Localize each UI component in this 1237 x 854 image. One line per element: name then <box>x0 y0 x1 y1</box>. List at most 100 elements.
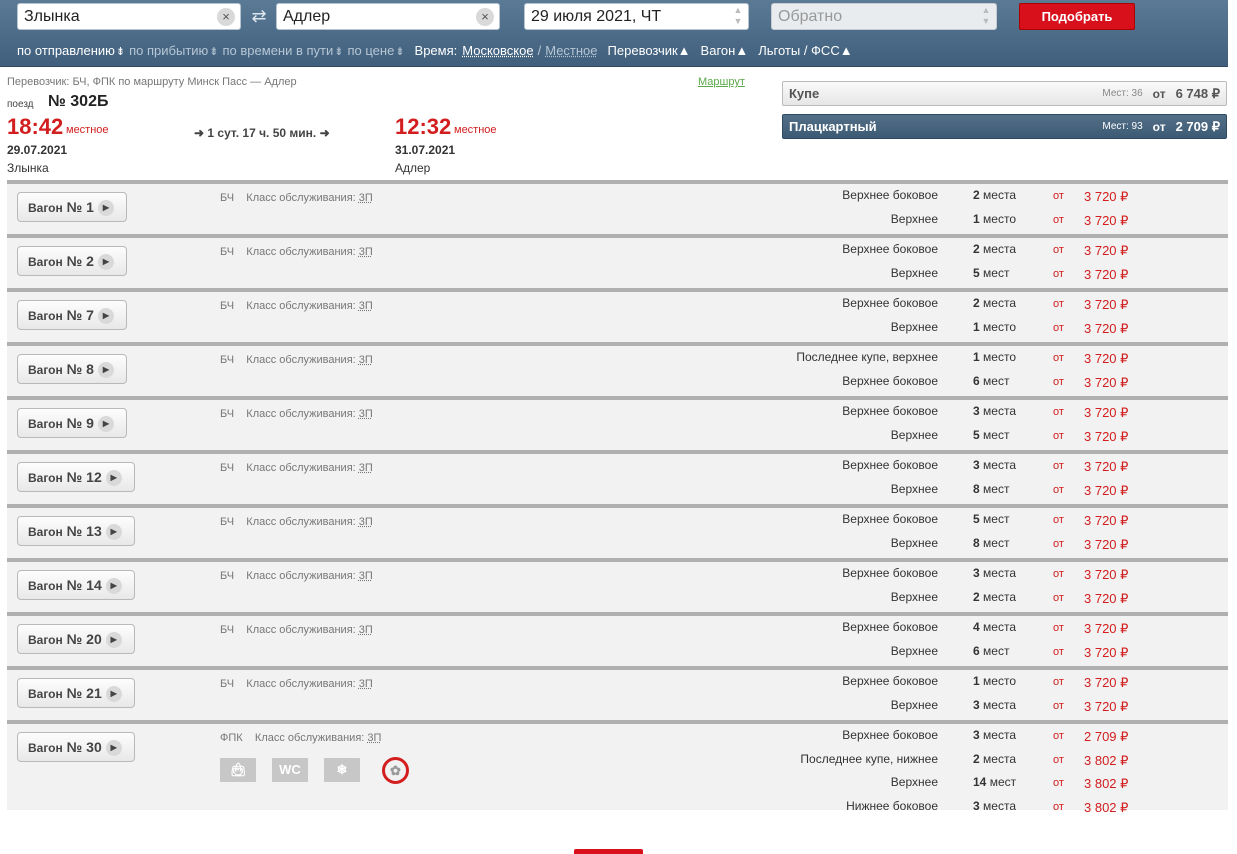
seat-count-unit: мест <box>983 512 1010 526</box>
time-local-link[interactable]: Местное <box>545 43 597 61</box>
seat-count-number: 6 <box>973 644 980 658</box>
filter-carrier-label: Перевозчик <box>607 43 678 58</box>
seat-count-unit: места <box>983 188 1016 202</box>
seat-type: Верхнее боковое <box>842 620 938 634</box>
seat-price: 3 720 ₽ <box>1084 351 1129 366</box>
price-from: от <box>1053 298 1064 310</box>
seat-row[interactable]: Верхнее 1 место от 3 720 ₽ <box>7 212 1228 232</box>
price-from: от <box>1053 460 1064 472</box>
seat-count-unit: мест <box>983 266 1010 280</box>
search-submit-button[interactable]: Подобрать <box>1019 3 1135 30</box>
seat-row[interactable]: Верхнее 5 мест от 3 720 ₽ <box>7 266 1228 286</box>
seat-count-number: 8 <box>973 482 980 496</box>
date-input[interactable]: 29 июля 2021, ЧТ ▲ ▼ <box>524 3 749 30</box>
seat-row[interactable]: Верхнее 8 мест от 3 720 ₽ <box>7 482 1228 502</box>
seat-count-unit: мест <box>983 374 1010 388</box>
seat-type: Верхнее <box>890 698 938 712</box>
seat-row[interactable]: Верхнее 2 места от 3 720 ₽ <box>7 590 1228 610</box>
clear-from-icon[interactable]: × <box>217 8 235 26</box>
filter-benefits[interactable]: Льготы / ФСС▲ <box>758 43 852 61</box>
route-link[interactable]: Маршрут <box>698 76 745 88</box>
sort-by-arrival[interactable]: по прибытию⇟ <box>129 43 218 61</box>
seat-count-number: 5 <box>973 266 980 280</box>
seat-count-number: 1 <box>973 212 980 226</box>
seat-count-unit: места <box>983 404 1016 418</box>
seat-row[interactable]: Верхнее боковое 3 места от 3 720 ₽ <box>7 404 1228 424</box>
seat-row[interactable]: Верхнее 3 места от 3 720 ₽ <box>7 698 1228 718</box>
seat-count-unit: места <box>983 296 1016 310</box>
wagon-block: Вагон № 2 ▶ БЧ Класс обслуживания: 3П Верхн… <box>7 234 1228 288</box>
price-from: от <box>1053 514 1064 526</box>
travel-duration: ➜ 1 сут. 17 ч. 50 мин. ➜ <box>194 126 330 140</box>
sort-by-price[interactable]: по цене⇟ <box>347 43 404 61</box>
return-spinner-icon[interactable]: ▲ ▼ <box>980 5 992 29</box>
triangle-up-icon: ▲ <box>839 43 853 58</box>
seat-count: 1 место <box>973 350 1016 364</box>
seat-row[interactable]: Верхнее боковое 2 места от 3 720 ₽ <box>7 188 1228 208</box>
clear-to-icon[interactable]: × <box>476 8 494 26</box>
seat-type: Верхнее <box>890 775 938 789</box>
seat-row[interactable]: Верхнее 8 мест от 3 720 ₽ <box>7 536 1228 556</box>
wagon-block: Вагон № 21 ▶ БЧ Класс обслуживания: 3П Верх… <box>7 666 1228 720</box>
filter-wagon-label: Вагон <box>700 43 736 58</box>
seat-type: Верхнее <box>890 428 938 442</box>
return-date-input[interactable]: Обратно ▲ ▼ <box>771 3 997 30</box>
price-from: от <box>1053 777 1064 789</box>
seat-row[interactable]: Верхнее 1 место от 3 720 ₽ <box>7 320 1228 340</box>
sort-by-departure-label: по отправлению <box>17 43 115 58</box>
seat-row[interactable]: Верхнее боковое 3 места от 3 720 ₽ <box>7 566 1228 586</box>
price-from: от <box>1053 754 1064 766</box>
seat-count-unit: места <box>983 566 1016 580</box>
seat-count-number: 3 <box>973 799 980 813</box>
seat-row[interactable]: Верхнее боковое 6 мест от 3 720 ₽ <box>7 374 1228 394</box>
sort-icon: ⇟ <box>209 46 219 58</box>
filter-carrier[interactable]: Перевозчик▲ <box>608 43 691 61</box>
class-platskart-tab[interactable]: Плацкартный Мест: 93 от 2 709 ₽ <box>782 114 1227 139</box>
seat-row[interactable]: Верхнее боковое 4 места от 3 720 ₽ <box>7 620 1228 640</box>
seat-row[interactable]: Верхнее боковое 1 место от 3 720 ₽ <box>7 674 1228 694</box>
seat-row[interactable]: Верхнее боковое 5 мест от 3 720 ₽ <box>7 512 1228 532</box>
seat-price: 3 720 ₽ <box>1084 483 1129 498</box>
departure-station: Злынка <box>7 161 49 175</box>
seat-row[interactable]: Верхнее боковое 3 места от 2 709 ₽ <box>7 728 1228 748</box>
seat-count: 4 места <box>973 620 1016 634</box>
seat-count-number: 2 <box>973 590 980 604</box>
seat-row[interactable]: Последнее купе, нижнее 2 места от 3 802 ₽ <box>7 752 1228 772</box>
seat-row[interactable]: Верхнее 5 мест от 3 720 ₽ <box>7 428 1228 448</box>
date-value: 29 июля 2021, ЧТ <box>531 8 662 25</box>
class-seats: Мест: 93 <box>1102 121 1143 132</box>
seat-count: 3 места <box>973 698 1016 712</box>
seat-price: 3 720 ₽ <box>1084 405 1129 420</box>
sort-by-travel-time[interactable]: по времени в пути⇟ <box>223 43 344 61</box>
seat-count-number: 3 <box>973 728 980 742</box>
price-from: от <box>1053 322 1064 334</box>
filter-wagon[interactable]: Вагон▲ <box>701 43 749 61</box>
from-station-input[interactable]: Злынка × <box>17 3 241 30</box>
seat-type: Верхнее боковое <box>842 374 938 388</box>
seat-row[interactable]: Верхнее боковое 3 места от 3 720 ₽ <box>7 458 1228 478</box>
seat-price: 3 802 ₽ <box>1084 776 1129 791</box>
sort-by-travel-time-label: по времени в пути <box>222 43 334 58</box>
seat-row[interactable]: Верхнее 14 мест от 3 802 ₽ <box>7 775 1228 795</box>
seat-price: 3 720 ₽ <box>1084 513 1129 528</box>
seat-price: 3 802 ₽ <box>1084 800 1129 815</box>
sort-by-departure[interactable]: по отправлению⇟ <box>17 43 125 61</box>
date-spinner-icon[interactable]: ▲ ▼ <box>732 5 744 29</box>
time-moscow-link[interactable]: Московское <box>462 43 533 61</box>
seat-row[interactable]: Верхнее боковое 2 места от 3 720 ₽ <box>7 242 1228 262</box>
class-kupe-tab[interactable]: Купе Мест: 36 от 6 748 ₽ <box>782 81 1227 106</box>
to-station-input[interactable]: Адлер × <box>276 3 500 30</box>
seat-price: 3 720 ₽ <box>1084 567 1129 582</box>
swap-stations-icon[interactable]: ⇄ <box>247 6 271 26</box>
price-from: от <box>1053 352 1064 364</box>
class-name: Купе <box>789 86 820 101</box>
seat-row[interactable]: Последнее купе, верхнее 1 место от 3 720 ₽ <box>7 350 1228 370</box>
seat-type: Верхнее боковое <box>842 404 938 418</box>
from-station-value: Злынка <box>24 8 80 25</box>
seat-row[interactable]: Верхнее боковое 2 места от 3 720 ₽ <box>7 296 1228 316</box>
seat-count: 5 мест <box>973 266 1009 280</box>
seat-count-number: 2 <box>973 188 980 202</box>
seat-row[interactable]: Нижнее боковое 3 места от 3 802 ₽ <box>7 799 1228 819</box>
seat-row[interactable]: Верхнее 6 мест от 3 720 ₽ <box>7 644 1228 664</box>
seat-type: Верхнее <box>890 590 938 604</box>
